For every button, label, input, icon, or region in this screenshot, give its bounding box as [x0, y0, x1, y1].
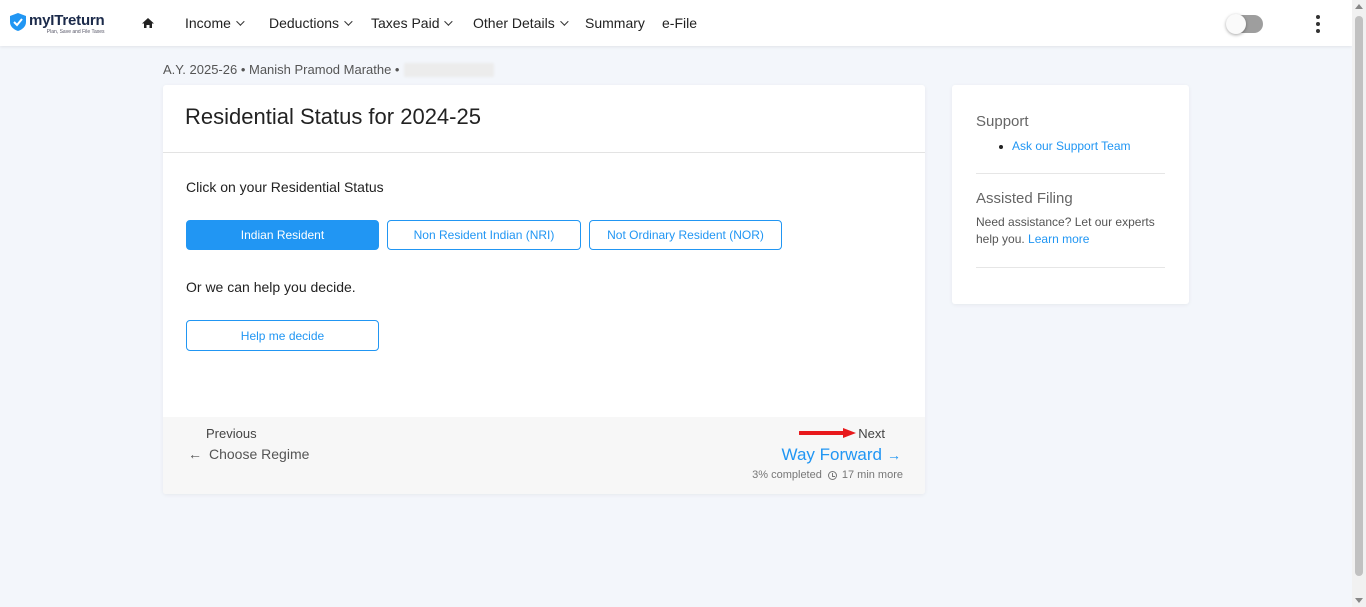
previous-link[interactable]: ← Choose Regime — [188, 446, 309, 462]
brand-name: myITreturn — [29, 12, 105, 29]
nav-label: Other Details — [473, 15, 555, 31]
bullet-icon — [999, 145, 1003, 149]
more-menu-icon[interactable] — [1314, 15, 1322, 33]
nav-label: e-File — [662, 15, 698, 31]
previous-link-text: Choose Regime — [209, 446, 310, 462]
nav-label: Income — [185, 15, 231, 31]
assisted-heading: Assisted Filing — [976, 190, 1073, 207]
chevron-down-icon — [444, 17, 454, 26]
divider — [163, 152, 925, 153]
nav-deductions[interactable]: Deductions — [269, 0, 353, 46]
arrow-left-icon: ← — [188, 446, 202, 462]
previous-label: Previous — [206, 426, 257, 441]
card-footer: Previous ← Choose Regime Next Way Forwar… — [163, 417, 925, 494]
breadcrumb-text: A.Y. 2025-26 • Manish Pramod Marathe • — [163, 62, 400, 77]
nav-label: Summary — [585, 15, 645, 31]
help-me-decide-button[interactable]: Help me decide — [186, 320, 379, 351]
divider — [976, 173, 1165, 174]
home-icon[interactable] — [141, 16, 155, 30]
progress-text: 3% completed — [752, 469, 822, 481]
next-link[interactable]: Way Forward → — [782, 445, 901, 465]
arrow-right-icon: → — [887, 447, 901, 463]
scroll-up-icon[interactable] — [1355, 4, 1363, 9]
page-title: Residential Status for 2024-25 — [185, 104, 481, 129]
nav-summary[interactable]: Summary — [585, 0, 645, 46]
progress-info: 3% completed 17 min more — [752, 469, 903, 481]
nav-efile[interactable]: e-File — [662, 0, 697, 46]
next-label: Next — [858, 426, 885, 441]
help-prompt: Or we can help you decide. — [186, 279, 356, 295]
page-scrollbar[interactable] — [1352, 0, 1366, 607]
chevron-down-icon — [344, 17, 353, 26]
scroll-down-icon[interactable] — [1355, 598, 1363, 603]
shield-check-icon — [10, 13, 26, 31]
red-arrow-annotation-icon — [799, 428, 856, 438]
theme-toggle[interactable] — [1226, 14, 1263, 34]
status-prompt: Click on your Residential Status — [186, 179, 384, 195]
top-nav-bar: myITreturn Plan, Save and File Taxes Inc… — [0, 0, 1352, 46]
nav-taxes-paid[interactable]: Taxes Paid — [371, 0, 454, 46]
learn-more-link[interactable]: Learn more — [1028, 232, 1089, 246]
breadcrumb: A.Y. 2025-26 • Manish Pramod Marathe • — [163, 62, 494, 77]
help-sidebar: Support Ask our Support Team Assisted Fi… — [952, 85, 1189, 304]
divider — [976, 267, 1165, 268]
residential-status-card: Residential Status for 2024-25 Click on … — [163, 85, 925, 494]
support-team-link[interactable]: Ask our Support Team — [1012, 139, 1131, 153]
toggle-knob — [1226, 14, 1246, 34]
indian-resident-button[interactable]: Indian Resident — [186, 220, 379, 250]
brand-tagline: Plan, Save and File Taxes — [46, 29, 105, 35]
nor-button[interactable]: Not Ordinary Resident (NOR) — [589, 220, 782, 250]
time-remaining: 17 min more — [841, 469, 903, 481]
chevron-down-icon — [236, 17, 245, 26]
nav-label: Deductions — [269, 15, 340, 31]
scroll-thumb[interactable] — [1355, 16, 1363, 576]
nav-income[interactable]: Income — [185, 0, 245, 46]
nri-button[interactable]: Non Resident Indian (NRI) — [387, 220, 581, 250]
assisted-description: Need assistance? Let our experts help yo… — [976, 214, 1166, 248]
support-heading: Support — [976, 113, 1029, 130]
nav-label: Taxes Paid — [371, 15, 440, 31]
clock-icon — [827, 470, 837, 480]
redacted-field — [403, 62, 494, 77]
brand-logo[interactable]: myITreturn Plan, Save and File Taxes — [10, 13, 105, 35]
nav-other-details[interactable]: Other Details — [473, 0, 569, 46]
chevron-down-icon — [559, 17, 569, 26]
next-link-text: Way Forward — [781, 445, 882, 464]
